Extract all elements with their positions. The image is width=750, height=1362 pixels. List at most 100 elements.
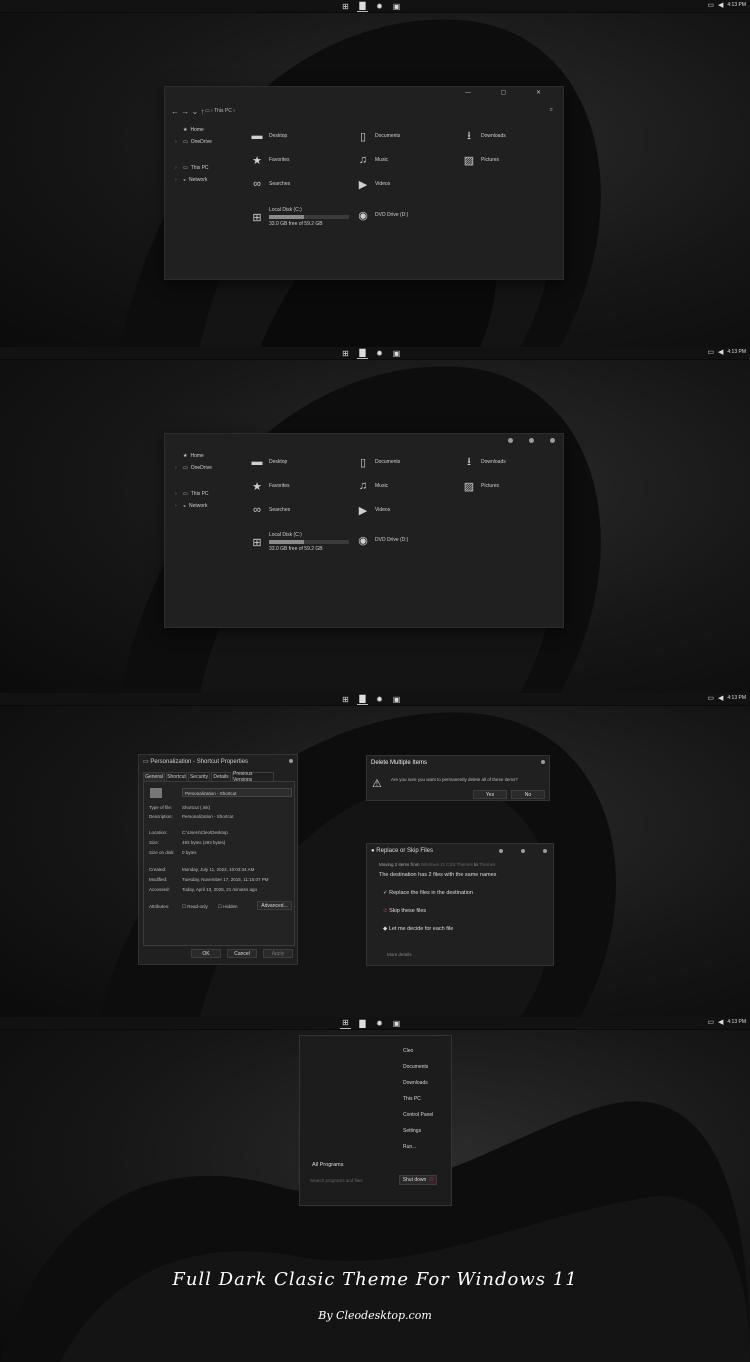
drive-c[interactable]: ⊞ Local Disk (C:) 33.0 GB free of 59.2 GB [251,207,349,227]
tab-security[interactable]: Security [188,772,210,781]
folder-desktop[interactable]: ▬ Desktop [251,456,288,468]
folder-icon[interactable]: ▇ [357,1018,368,1029]
folder-searches[interactable]: ∞ Searches [251,504,290,516]
minimize-button[interactable] [508,438,513,443]
volume-icon[interactable]: ◀ [718,694,723,702]
folder-videos[interactable]: ▶ Videos [357,178,390,191]
clock[interactable]: 4:13 PM [727,2,746,8]
nav-item-network[interactable]: › ◒ Network [175,174,212,186]
network-icon[interactable]: ▭ [707,348,714,356]
tab-shortcut[interactable]: Shortcut [166,772,187,781]
volume-icon[interactable]: ◀ [718,1018,723,1026]
folder-downloads[interactable]: ⭳ Downloads [463,456,506,468]
store-icon[interactable]: ▣ [391,1018,402,1029]
back-forward-icons[interactable]: ← → ⌄ ↑ [171,107,204,116]
folder-music[interactable]: ♫ Music [357,154,388,166]
gear-icon[interactable]: ✹ [374,694,385,705]
all-programs[interactable]: All Programs [312,1162,343,1168]
apply-button[interactable]: Apply [263,949,293,958]
clock[interactable]: 4:13 PM [727,349,746,355]
folder-pictures[interactable]: ▨ Pictures [463,480,499,493]
search-icon[interactable]: ⌕ [550,107,553,114]
start-item-documents[interactable]: Documents [403,1064,428,1070]
document-icon: ▯ [359,456,367,469]
folder-searches[interactable]: ∞ Searches [251,178,290,190]
tab-previous-versions[interactable]: Previous Versions [232,771,274,783]
windows-logo-icon[interactable]: ⊞ [340,1018,351,1029]
folder-documents[interactable]: ▯ Documents [357,456,400,469]
option-decide[interactable]: ◆ Let me decide for each file [383,926,453,932]
folder-icon[interactable]: ▇ [357,1,368,12]
hidden-checkbox[interactable]: ☐ Hidden [218,904,238,910]
file-explorer-window: ← → ⌄ ↑ ▭ › This PC › ⌕ — ▢ ✕ ★ Home › ▭ On… [164,86,564,280]
yes-button[interactable]: Yes [473,790,507,799]
start-item-run[interactable]: Run... [403,1144,416,1150]
folder-icon[interactable]: ▇ [357,348,368,359]
nav-item-network[interactable]: › ◒ Network [175,500,212,512]
folder-videos[interactable]: ▶ Videos [357,504,390,517]
drive-d[interactable]: ◉ DVD Drive (D:) [357,534,408,547]
network-icon[interactable]: ▭ [707,1018,714,1026]
start-item-downloads[interactable]: Downloads [403,1080,428,1086]
folder-music[interactable]: ♫ Music [357,480,388,492]
no-button[interactable]: No [511,790,545,799]
minimize-button[interactable] [499,849,503,853]
clock[interactable]: 4:13 PM [727,1019,746,1025]
nav-item-home[interactable]: ★ Home [175,450,212,462]
nav-item-thispc[interactable]: › ▭ This PC [175,488,212,500]
folder-downloads[interactable]: ⭳ Downloads [463,130,506,142]
folder-desktop[interactable]: ▬ Desktop [251,130,288,142]
start-item-thispc[interactable]: This PC [403,1096,421,1102]
start-item-control-panel[interactable]: Control Panel [403,1112,433,1118]
drive-c[interactable]: ⊞ Local Disk (C:) 33.0 GB free of 59.2 GB [251,532,349,552]
volume-icon[interactable]: ◀ [718,1,723,9]
nav-item-home[interactable]: ★ Home [175,124,212,136]
windows-logo-icon[interactable]: ⊞ [340,348,351,359]
store-icon[interactable]: ▣ [391,694,402,705]
dialog-title: Delete Multiple Items [371,760,428,766]
breadcrumb[interactable]: ▭ › This PC › [205,108,235,114]
nav-item-onedrive[interactable]: › ▭ OneDrive [175,462,212,474]
search-input[interactable]: Search programs and files [310,1178,363,1183]
window-controls[interactable]: — ▢ ✕ [465,89,555,96]
close-button[interactable] [543,849,547,853]
store-icon[interactable]: ▣ [391,1,402,12]
maximize-button[interactable] [521,849,525,853]
tab-details[interactable]: Details [211,772,231,781]
close-button[interactable] [289,759,293,763]
gear-icon[interactable]: ✹ [374,348,385,359]
folder-pictures[interactable]: ▨ Pictures [463,154,499,167]
readonly-checkbox[interactable]: ☐ Read-only [182,904,208,910]
nav-item-thispc[interactable]: › ▭ This PC [175,162,212,174]
maximize-button[interactable] [529,438,534,443]
folder-favorites[interactable]: ★ Favorites [251,154,290,167]
advanced-button[interactable]: Advanced... [257,901,292,910]
folder-icon[interactable]: ▇ [357,694,368,705]
start-item-cleo[interactable]: Cleo [403,1048,413,1054]
network-icon[interactable]: ▭ [707,694,714,702]
folder-favorites[interactable]: ★ Favorites [251,480,290,493]
name-field[interactable]: Personalization - Shortcut [182,788,292,797]
windows-logo-icon[interactable]: ⊞ [340,694,351,705]
shutdown-button[interactable]: Shut down ⏻ [399,1175,437,1185]
start-item-settings[interactable]: Settings [403,1128,421,1134]
option-replace[interactable]: ✓ Replace the files in the destination [383,890,473,896]
store-icon[interactable]: ▣ [391,348,402,359]
clock[interactable]: 4:13 PM [727,695,746,701]
cancel-button[interactable]: Cancel [227,949,257,958]
option-skip[interactable]: ⊘ Skip these files [383,908,426,914]
more-details-link[interactable]: More details [387,952,412,957]
ok-button[interactable]: OK [191,949,221,958]
drive-d[interactable]: ◉ DVD Drive (D:) [357,209,408,222]
windows-logo-icon[interactable]: ⊞ [340,1,351,12]
network-icon[interactable]: ▭ [707,1,714,9]
folder-documents[interactable]: ▯ Documents [357,130,400,143]
nav-item-onedrive[interactable]: › ▭ OneDrive [175,136,212,148]
gear-icon[interactable]: ✹ [374,1,385,12]
tab-general[interactable]: General [143,772,165,781]
close-button[interactable] [541,760,545,764]
volume-icon[interactable]: ◀ [718,348,723,356]
dvd-icon: ◉ [358,209,368,222]
gear-icon[interactable]: ✹ [374,1018,385,1029]
close-button[interactable] [550,438,555,443]
